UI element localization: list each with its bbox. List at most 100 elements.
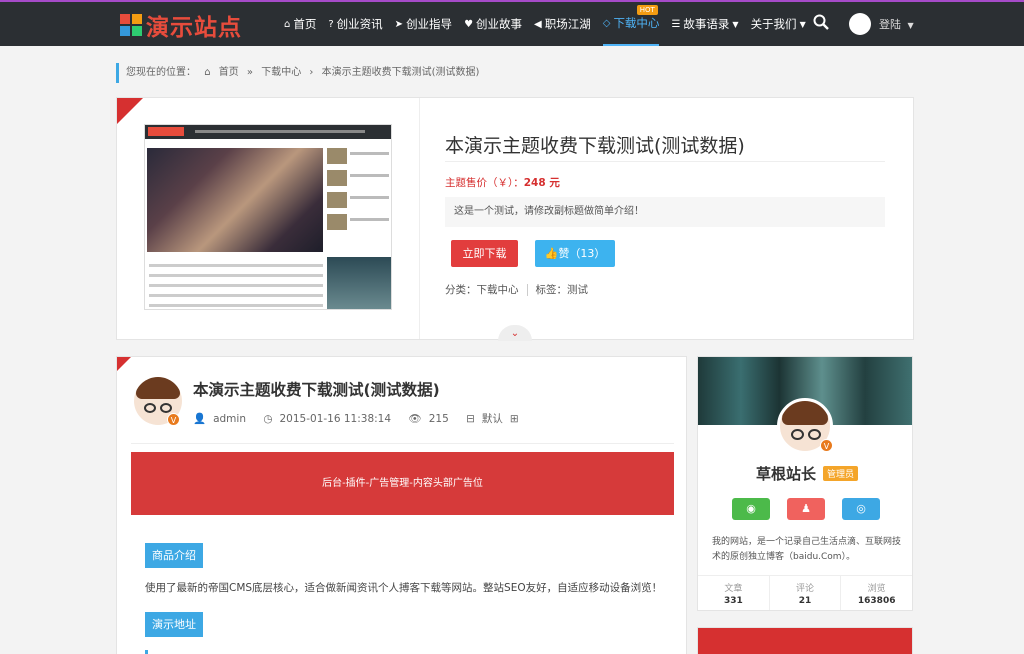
tag-link[interactable]: 标签：测试 — [536, 284, 589, 296]
verified-badge: V — [167, 413, 180, 426]
product-description: 这是一个测试，请修改副标题做简单介绍！ — [445, 197, 885, 227]
logo-text: 演示站点 — [146, 15, 242, 41]
wechat-icon: ◉ — [746, 502, 756, 515]
login-label: 登陆 — [879, 18, 901, 31]
list-icon: ☰ — [671, 18, 681, 30]
corner-ribbon — [117, 98, 143, 124]
article-card: V 本演示主题收费下载测试(测试数据) 👤 admin ◷ 2015-01-16 1… — [116, 356, 687, 654]
product-title: 本演示主题收费下载测试(测试数据) — [445, 135, 745, 157]
hot-badge: HOT — [636, 5, 658, 15]
product-thumbnail[interactable] — [144, 124, 392, 310]
nav-label: 下载中心 — [613, 16, 660, 30]
product-price: 主题售价（￥）：248 元 — [445, 175, 560, 190]
qq-icon: ♟ — [801, 502, 811, 515]
article-meta: 👤 admin ◷ 2015-01-16 11:38:14 👁 215 ⊟ 默认 ⊞ — [193, 411, 533, 426]
publish-time: 2015-01-16 11:38:14 — [279, 413, 392, 425]
profile-stats: 文章 331 评论 21 浏览 163806 — [698, 575, 912, 610]
nav-item-quotes[interactable]: ☰ 故事语录 ▼ — [671, 2, 738, 46]
like-label: 赞（13） — [558, 247, 606, 260]
collapse-toggle[interactable]: ⌄ — [498, 325, 532, 341]
panel-divider — [419, 98, 420, 339]
chevron-down-icon: ▼ — [799, 19, 806, 29]
search-icon[interactable] — [813, 14, 829, 34]
article-title: 本演示主题收费下载测试(测试数据) — [193, 381, 440, 399]
stat-articles: 文章 331 — [698, 576, 770, 610]
view-count: 215 — [428, 413, 449, 425]
bullhorn-icon: ◀ — [534, 18, 542, 30]
sidebar-widget — [697, 627, 913, 654]
weibo-icon: ◎ — [856, 502, 866, 515]
thumbnail-list — [147, 257, 323, 309]
nav-label: 创业资讯 — [336, 17, 383, 31]
nav-label: 首页 — [293, 17, 317, 31]
nav-item-about[interactable]: 关于我们 ▼ — [751, 2, 806, 46]
minus-icon[interactable]: ⊟ — [466, 413, 475, 425]
corner-ribbon — [117, 357, 131, 371]
question-icon: ? — [328, 18, 334, 30]
nav-item-stories[interactable]: ♥ 创业故事 — [464, 2, 522, 46]
download-button[interactable]: 立即下载 — [451, 240, 518, 267]
section-intro-label: 商品介绍 — [145, 543, 203, 568]
wechat-button[interactable]: ◉ — [732, 498, 770, 520]
heart-icon: ♥ — [464, 18, 474, 30]
category-link[interactable]: 分类：下载中心 — [445, 284, 519, 296]
login-menu[interactable]: 登陆 ▼ — [879, 16, 914, 32]
ad-banner[interactable]: 后台-插件-广告管理-内容头部广告位 — [131, 452, 674, 515]
like-button[interactable]: 👍赞（13） — [535, 240, 615, 267]
price-label: 主题售价（￥）： — [445, 177, 524, 189]
stat-value: 331 — [723, 596, 743, 606]
breadcrumb-home[interactable]: 首页 — [219, 67, 239, 78]
author-name[interactable]: admin — [213, 413, 246, 425]
product-meta: 分类：下载中心 标签：测试 — [445, 282, 588, 297]
section-demo-label: 演示地址 — [145, 612, 203, 637]
nav-item-home[interactable]: ⌂ 首页 — [284, 2, 316, 46]
plus-icon[interactable]: ⊞ — [510, 413, 519, 425]
admin-badge: 管理员 — [823, 466, 859, 481]
thumbs-up-icon: 👍 — [544, 247, 559, 260]
profile-name: 草根站长 — [756, 465, 817, 483]
clock-icon: ◷ — [263, 413, 273, 425]
stat-label: 文章 — [724, 584, 743, 594]
qq-button[interactable]: ♟ — [787, 498, 825, 520]
profile-card: V 草根站长 管理员 ◉ ♟ ◎ 我的网站，是一个记录自己生活点滴、互联网技术的… — [697, 356, 913, 611]
verified-badge: V — [820, 439, 833, 452]
title-rule — [445, 161, 885, 162]
thumbnail-banner — [327, 257, 391, 309]
intro-text: 使用了最新的帝国CMS底层核心，适合做新闻资讯个人搏客下载等网站。整站SEO友好… — [145, 582, 663, 594]
profile-bio: 我的网站，是一个记录自己生活点滴、互联网技术的原创独立博客（baidu.Com）… — [712, 537, 902, 562]
stat-label: 浏览 — [867, 584, 886, 594]
user-icon: 👤 — [193, 413, 207, 425]
weibo-button[interactable]: ◎ — [842, 498, 880, 520]
chevron-down-icon: ⌄ — [510, 328, 520, 339]
user-avatar[interactable] — [849, 13, 871, 35]
breadcrumb-separator: » — [246, 67, 254, 78]
font-default-label: 默认 — [481, 413, 503, 425]
nav-item-guide[interactable]: ➤ 创业指导 — [395, 2, 452, 46]
stat-views: 浏览 163806 — [841, 576, 912, 610]
chevron-down-icon: ▼ — [732, 19, 739, 29]
nav-label: 关于我们 — [750, 17, 797, 31]
thumbnail-photo — [147, 148, 323, 252]
eye-icon: 👁 — [408, 413, 422, 425]
breadcrumb: 您现在的位置： ⌂ 首页 » 下载中心 › 本演示主题收费下载测试(测试数据) — [116, 63, 484, 83]
nav-item-downloads[interactable]: ◇ 下载中心 HOT — [602, 2, 660, 46]
main-nav: ⌂ 首页 ? 创业资讯 ➤ 创业指导 ♥ 创业故事 ◀ 职场江湖 ◇ 下载中心 … — [284, 2, 818, 46]
site-logo[interactable]: 演示站点 — [120, 11, 242, 41]
breadcrumb-category[interactable]: 下载中心 — [261, 67, 301, 78]
stat-value: 163806 — [857, 596, 896, 606]
nav-label: 职场江湖 — [544, 17, 591, 31]
nav-label: 故事语录 — [683, 17, 730, 31]
thumbnail-navbar — [145, 125, 391, 139]
diamond-icon: ◇ — [602, 17, 611, 29]
thumbnail-sidebar — [327, 148, 389, 236]
breadcrumb-prefix: 您现在的位置： — [126, 67, 196, 78]
stat-value: 21 — [798, 596, 812, 606]
breadcrumb-current: 本演示主题收费下载测试(测试数据) — [321, 67, 480, 78]
stat-comments: 评论 21 — [770, 576, 842, 610]
article-divider — [131, 443, 674, 444]
nav-item-career[interactable]: ◀ 职场江湖 — [534, 2, 591, 46]
quote-bar — [145, 650, 148, 654]
nav-item-news[interactable]: ? 创业资讯 — [328, 2, 382, 46]
stat-label: 评论 — [796, 584, 815, 594]
chevron-down-icon: ▼ — [907, 21, 914, 30]
